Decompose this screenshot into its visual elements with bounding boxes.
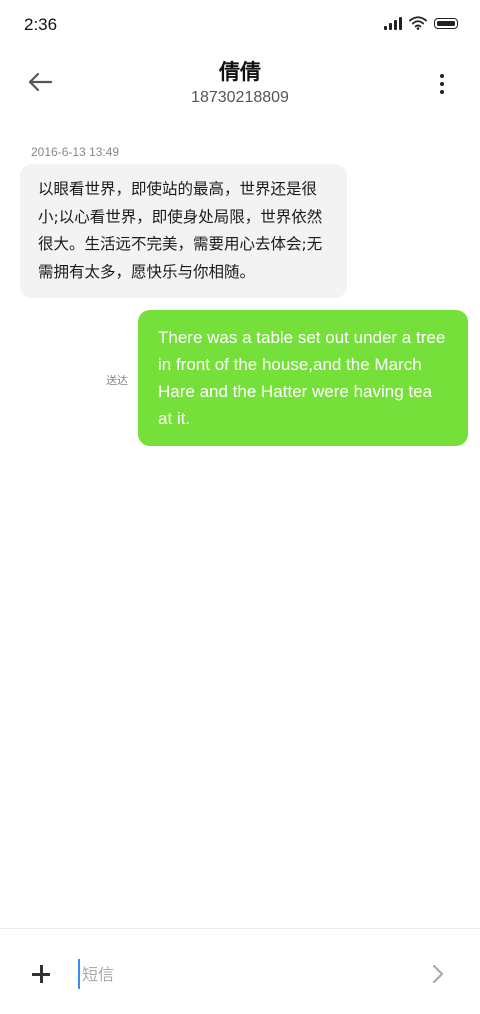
back-button[interactable] — [22, 64, 58, 100]
battery-icon — [434, 17, 458, 29]
status-bar: 2:36 — [0, 0, 480, 52]
attach-button[interactable] — [26, 959, 56, 989]
more-options-button[interactable] — [428, 66, 456, 102]
status-time: 2:36 — [24, 15, 58, 34]
delivery-status: 送达 — [106, 374, 128, 387]
status-icons — [384, 16, 458, 30]
send-button[interactable] — [424, 959, 452, 989]
message-timestamp: 2016-6-13 13:49 — [31, 145, 120, 159]
more-vertical-icon — [440, 74, 444, 78]
incoming-message-bubble[interactable]: 以眼看世界，即使站的最高，世界还是很小;以心看世界，即使身处局限，世界依然很大。… — [20, 164, 347, 298]
signal-icon — [384, 16, 402, 30]
wifi-icon — [409, 16, 427, 30]
contact-title: 倩倩 18730218809 — [90, 60, 390, 108]
arrow-left-icon — [28, 72, 53, 92]
contact-name: 倩倩 — [219, 61, 261, 84]
message-input[interactable] — [78, 959, 398, 989]
chevron-right-icon — [432, 964, 444, 984]
contact-number: 18730218809 — [191, 89, 289, 106]
message-composer — [0, 928, 480, 1014]
conversation-header: 倩倩 18730218809 — [0, 52, 480, 116]
outgoing-message-bubble[interactable]: There was a table set out under a tree i… — [138, 310, 468, 446]
